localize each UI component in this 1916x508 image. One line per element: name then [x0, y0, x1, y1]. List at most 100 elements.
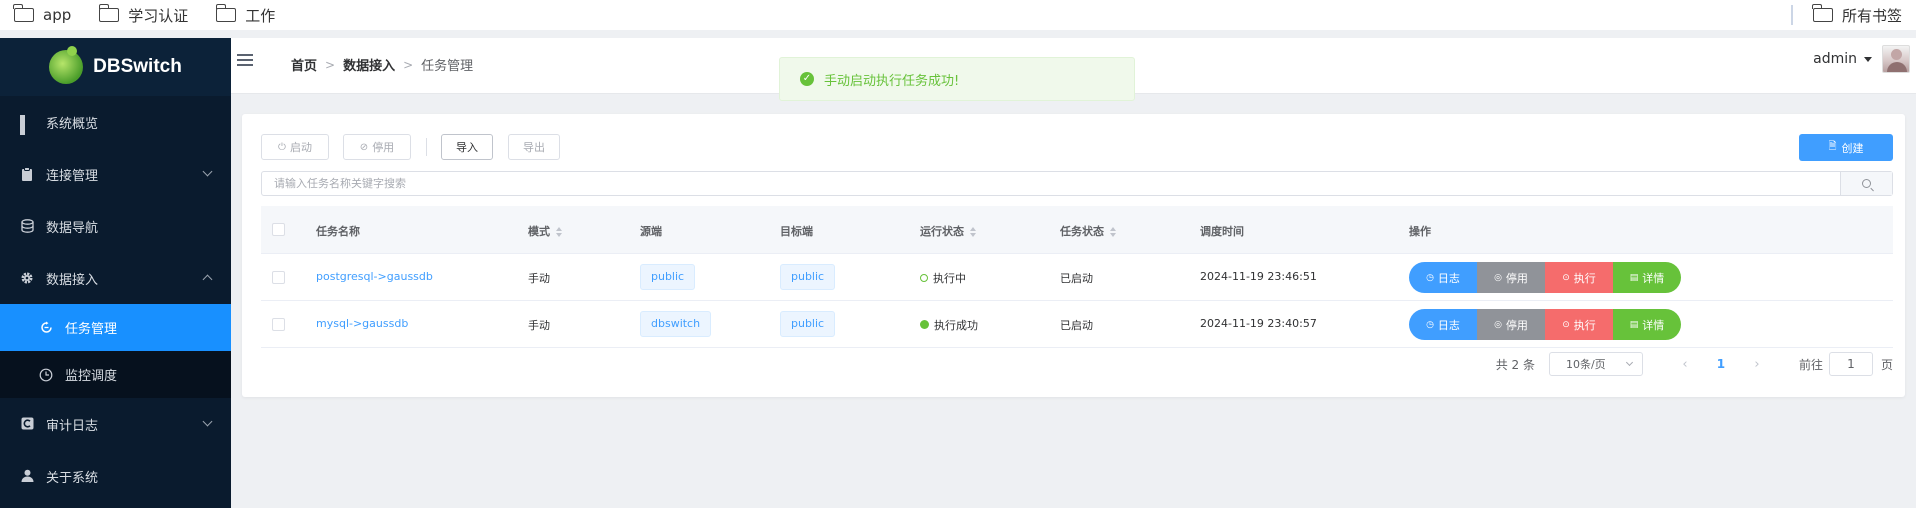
sidebar-item-task-management[interactable]: 任务管理 [0, 304, 231, 351]
table-row: mysql->gaussdb 手动 dbswitch public 执行成功 已… [261, 301, 1893, 348]
sidebar-item-monitor[interactable]: 监控调度 [0, 351, 231, 398]
execute-button[interactable]: ⊙ 执行 [1545, 309, 1613, 340]
bookmarks-bar: app 学习认证 工作 所有书签 [0, 0, 1916, 30]
col-run-status[interactable]: 运行状态 [920, 223, 976, 239]
col-mode[interactable]: 模式 [528, 223, 562, 239]
user-menu[interactable]: admin [1813, 45, 1910, 73]
target-tag: public [780, 264, 836, 290]
sidebar-item-audit[interactable]: 审计日志 [0, 398, 231, 450]
row-checkbox[interactable] [272, 271, 285, 284]
goto-prefix: 前往 [1798, 357, 1823, 372]
bulb-icon: ◎ [1494, 272, 1502, 283]
col-run-status-label: 运行状态 [920, 225, 964, 238]
play-circle-icon: ⊙ [1562, 319, 1570, 330]
all-bookmarks-label: 所有书签 [1841, 6, 1902, 25]
brand-logo[interactable]: DBSwitch [0, 38, 231, 96]
brand-name: DBSwitch [93, 56, 182, 77]
search-button[interactable] [1840, 172, 1892, 195]
bulb-icon: ◎ [1494, 319, 1502, 330]
pagination: 共 2 条 10条/页 ‹ 1 › 前往 页 [1496, 351, 1893, 377]
prev-page-icon[interactable]: ‹ [1667, 357, 1703, 372]
bookmark-app[interactable]: app [13, 0, 72, 30]
table-header: 任务名称 模式 源端 目标端 运行状态 任务状态 调度时间 操作 [261, 206, 1893, 254]
goto-page-input[interactable] [1828, 352, 1873, 376]
source-tag: dbswitch [640, 311, 712, 337]
row-checkbox[interactable] [272, 318, 285, 331]
stop-button[interactable]: ⊘ 停用 [343, 134, 411, 160]
task-name-link[interactable]: postgresql->gaussdb [316, 270, 433, 283]
clock-icon [39, 368, 53, 382]
import-button[interactable]: 导入 [441, 134, 493, 160]
log-button[interactable]: ◷ 日志 [1409, 262, 1477, 293]
start-button[interactable]: ⏻ 启动 [261, 134, 329, 160]
folder-icon [215, 4, 237, 22]
stop-button-label: 停用 [372, 141, 395, 154]
breadcrumb: 首页 > 数据接入 > 任务管理 [291, 55, 474, 75]
run-status: 执行中 [920, 270, 966, 286]
log-button[interactable]: ◷ 日志 [1409, 309, 1477, 340]
detail-button[interactable]: ▤ 详情 [1613, 262, 1681, 293]
detail-button-label: 详情 [1642, 271, 1665, 285]
sidebar-item-connections[interactable]: 连接管理 [0, 148, 231, 200]
sort-icon [556, 227, 562, 237]
bookmark-label: 学习认证 [128, 6, 189, 25]
running-icon [920, 274, 928, 282]
breadcrumb-home[interactable]: 首页 [291, 55, 317, 74]
chevron-down-icon [1625, 358, 1634, 367]
document-icon: 🗎 [1828, 141, 1837, 152]
sidebar-item-data-nav[interactable]: 数据导航 [0, 200, 231, 252]
run-status-label: 执行成功 [934, 319, 978, 332]
clock-icon: ◷ [1426, 272, 1434, 283]
bookmark-label: app [43, 6, 72, 24]
stop-task-button-label: 停用 [1505, 271, 1528, 285]
folder-icon [13, 4, 34, 22]
sidebar-item-data-ingest[interactable]: 数据接入 [0, 252, 231, 304]
create-button[interactable]: 🗎 创建 [1799, 134, 1893, 161]
breadcrumb-separator-icon: > [325, 57, 336, 72]
sidebar: DBSwitch 系统概览 连接管理 数据导航 数据接入 任务管理 监控调度 审… [0, 38, 231, 508]
document-icon: ▤ [1629, 272, 1639, 283]
detail-button[interactable]: ▤ 详情 [1613, 309, 1681, 340]
breadcrumb-current: 任务管理 [421, 59, 474, 74]
breadcrumb-separator-icon: > [403, 57, 414, 72]
stop-task-button[interactable]: ◎ 停用 [1477, 262, 1545, 293]
gear-icon [20, 271, 34, 285]
bookmark-work[interactable]: 工作 [215, 0, 276, 30]
execute-button[interactable]: ⊙ 执行 [1545, 262, 1613, 293]
user-icon [20, 469, 34, 483]
select-all-checkbox[interactable] [272, 223, 285, 236]
task-status: 已启动 [1060, 319, 1093, 332]
breadcrumb-data-ingest[interactable]: 数据接入 [343, 55, 395, 74]
task-mode: 手动 [528, 319, 550, 332]
sidebar-item-overview[interactable]: 系统概览 [0, 96, 231, 148]
goto-suffix: 页 [1880, 357, 1893, 372]
avatar[interactable] [1882, 45, 1910, 73]
sidebar-item-about[interactable]: 关于系统 [0, 450, 231, 502]
menu-toggle-icon[interactable] [237, 54, 253, 68]
page-size-select[interactable]: 10条/页 [1548, 352, 1643, 376]
database-icon [20, 219, 34, 233]
sidebar-item-label: 数据接入 [46, 272, 99, 288]
clock-icon: ◷ [1426, 319, 1434, 330]
col-task-name: 任务名称 [316, 225, 360, 238]
col-source: 源端 [640, 225, 662, 238]
stop-task-button[interactable]: ◎ 停用 [1477, 309, 1545, 340]
sidebar-item-label: 任务管理 [65, 322, 118, 337]
start-button-label: 启动 [289, 141, 312, 154]
bookmark-label: 工作 [245, 6, 276, 25]
row-actions: ◷ 日志 ◎ 停用 ⊙ 执行 ▤ 详情 [1409, 262, 1681, 293]
task-name-link[interactable]: mysql->gaussdb [316, 317, 408, 330]
grid-icon [20, 115, 34, 135]
col-actions: 操作 [1409, 225, 1431, 238]
page-size-value: 10条/页 [1565, 358, 1606, 371]
search-input[interactable] [262, 172, 1802, 195]
next-page-icon[interactable]: › [1739, 357, 1775, 372]
export-button[interactable]: 导出 [508, 134, 560, 160]
success-toast: ✓ 手动启动执行任务成功! [779, 57, 1135, 101]
col-task-status[interactable]: 任务状态 [1060, 223, 1116, 239]
logo-icon [49, 46, 84, 84]
page-number-current[interactable]: 1 [1703, 357, 1739, 371]
execute-button-label: 执行 [1573, 271, 1596, 285]
all-bookmarks[interactable]: 所有书签 [1812, 0, 1902, 30]
bookmark-study[interactable]: 学习认证 [98, 0, 189, 30]
